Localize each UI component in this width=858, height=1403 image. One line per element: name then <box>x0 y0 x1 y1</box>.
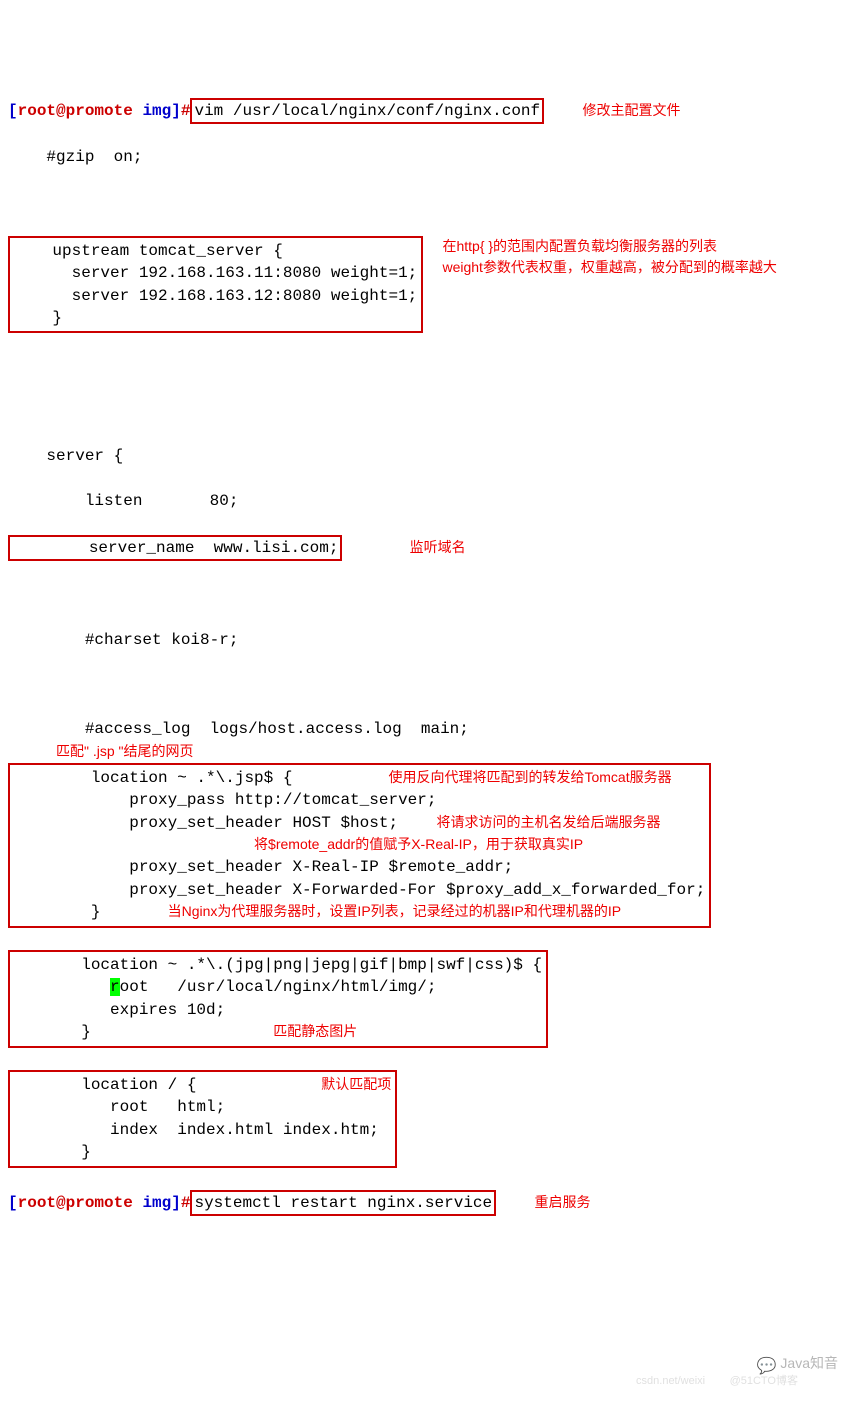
access-log-line: #access_log logs/host.access.log main; <box>8 718 850 740</box>
vim-command: vim /usr/local/nginx/conf/nginx.conf <box>194 102 540 120</box>
annotation-nginx-proxy: 当Nginx为代理服务器时，设置IP列表，记录经过的机器IP和代理机器的IP <box>168 902 621 922</box>
annotation-remote-addr: 将$remote_addr的值赋予X-Real-IP，用于获取真实IP <box>254 835 583 855</box>
annotation-default-match: 默认匹配项 <box>321 1075 391 1095</box>
annotation-match-static: 匹配静态图片 <box>273 1022 357 1042</box>
prompt-line-2: [root@promote img]#systemctl restart ngi… <box>8 1190 850 1216</box>
annotation-reverse-proxy: 使用反向代理将匹配到的转发给Tomcat服务器 <box>388 768 671 788</box>
restart-command: systemctl restart nginx.service <box>194 1194 492 1212</box>
server-open: server { <box>8 445 850 467</box>
listen-line: listen 80; <box>8 490 850 512</box>
annotation-match-jsp: 匹配" .jsp "结尾的网页 <box>56 742 194 762</box>
server-name-box: server_name www.lisi.com; <box>8 535 342 561</box>
bracket: [ <box>8 102 18 120</box>
prompt-dir: img <box>142 1194 171 1212</box>
bracket: ] <box>171 102 181 120</box>
config-gzip: #gzip on; <box>8 146 850 168</box>
upstream-block: upstream tomcat_server { server 192.168.… <box>8 236 850 334</box>
prompt-line-1: [root@promote img]#vim /usr/local/nginx/… <box>8 98 850 124</box>
upstream-box: upstream tomcat_server { server 192.168.… <box>8 236 423 334</box>
annotation-restart: 重启服务 <box>535 1193 591 1213</box>
prompt-hash: # <box>181 1194 191 1212</box>
watermark: Java知音 <box>757 1354 838 1374</box>
charset-line: #charset koi8-r; <box>8 629 850 651</box>
location-default-box: location / { 默认匹配项 root html; index inde… <box>8 1070 397 1168</box>
bracket: ] <box>171 1194 181 1212</box>
prompt-dir: img <box>142 102 171 120</box>
bracket: [ <box>8 1194 18 1212</box>
location-jsp-box: location ~ .*\.jsp$ { 使用反向代理将匹配到的转发给Tomc… <box>8 763 711 928</box>
command-box: systemctl restart nginx.service <box>190 1190 496 1216</box>
prompt-hash: # <box>181 102 191 120</box>
cursor-char: r <box>110 978 120 996</box>
annotation-http-scope: 在http{ }的范围内配置负载均衡服务器的列表weight参数代表权重，权重越… <box>442 236 782 278</box>
prompt-user: root@promote <box>18 1194 133 1212</box>
wechat-icon <box>757 1356 777 1372</box>
watermark-sub: csdn.net/weixi @51CTO博客 <box>636 1374 798 1389</box>
prompt-user: root@promote <box>18 102 133 120</box>
command-box: vim /usr/local/nginx/conf/nginx.conf <box>190 98 544 124</box>
annotation-modify-config: 修改主配置文件 <box>583 101 681 121</box>
annotation-listen-domain: 监听域名 <box>410 538 466 558</box>
server-name-line: server_name www.lisi.com; 监听域名 <box>8 535 850 561</box>
annotation-send-hostname: 将请求访问的主机名发给后端服务器 <box>436 813 660 833</box>
location-img-box: location ~ .*\.(jpg|png|jepg|gif|bmp|swf… <box>8 950 548 1048</box>
